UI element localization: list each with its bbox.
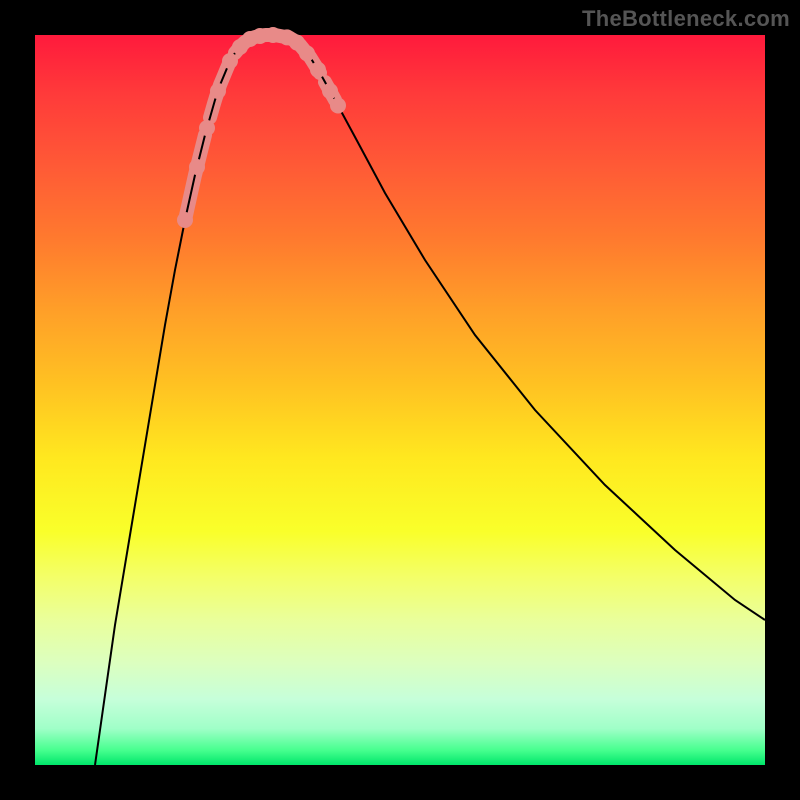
data-point-dot <box>330 98 346 114</box>
data-point-dot <box>210 83 226 99</box>
data-point-dot <box>322 83 338 99</box>
data-point-dot <box>222 53 238 69</box>
data-point-dot <box>199 120 215 136</box>
data-point-dot <box>265 27 281 43</box>
data-point-dot <box>189 159 205 175</box>
chart-plot-area <box>35 35 765 765</box>
data-point-dot <box>177 212 193 228</box>
data-point-dot <box>310 62 326 78</box>
data-point-dot <box>299 45 315 61</box>
watermark-label: TheBottleneck.com <box>582 6 790 32</box>
chart-frame: TheBottleneck.com <box>0 0 800 800</box>
chart-svg <box>35 35 765 765</box>
